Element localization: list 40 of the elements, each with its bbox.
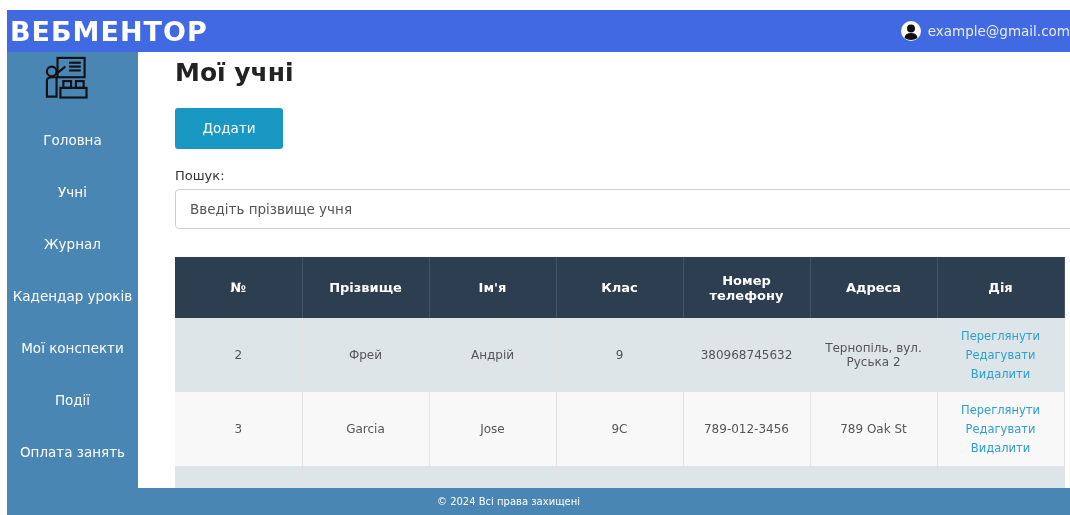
table-cell: Jose [480,422,505,436]
table-cell: 9 [615,348,624,362]
table-cell: Тернопіль, вул. Руська 2 [825,341,922,369]
search-label: Пошук: [175,167,225,183]
sidebar-link[interactable]: Оплата занять [20,426,125,478]
sidebar-link[interactable]: Події [54,374,91,426]
column-header: Дія [937,257,1064,318]
search-field[interactable]: Введіть прізвище учня [175,188,1070,229]
sidebar-link[interactable]: Головна [43,114,102,166]
table-cell: 9C [611,422,628,436]
page-title: Мої учні [175,58,294,88]
user-email[interactable]: example@gmail.com [927,23,1070,39]
action-link[interactable]: Видалити [970,364,1031,384]
column-header: Ім'я [429,257,556,318]
add-button[interactable]: Додати [175,108,283,149]
column-header: Клас [556,257,683,318]
action-link[interactable]: Редагувати [965,419,1036,439]
table-cell: Garcia [346,422,385,436]
table-cell: Фрей [348,348,383,362]
table-cell: 3 [234,422,243,436]
user-icon[interactable] [900,21,921,41]
table-cell: 789 Oak St [840,422,907,436]
column-header: Прізвище [302,257,429,318]
column-header: Номер телефону [683,257,810,318]
sidebar-link[interactable]: Кадендар уроків [12,270,133,322]
table-cell: 380968745632 [700,348,793,362]
action-link[interactable]: Переглянути [961,326,1040,346]
logo[interactable]: ВЕБМЕНТОР [7,15,208,47]
sidebar-link[interactable]: Мої конспекти [21,322,124,374]
table-cell: Андрій [470,348,515,362]
table-cell: 789-012-3456 [704,422,789,436]
column-header: Адреса [810,257,937,318]
column-header: № [175,257,302,318]
action-link[interactable]: Видалити [970,438,1031,458]
table-cell: 2 [234,348,243,362]
sidebar-link[interactable]: Журнал [44,218,101,270]
action-link[interactable]: Редагувати [965,345,1036,365]
sidebar-link[interactable]: Учні [58,166,87,218]
copyright-text: © 2024 Всі права захищені [436,496,581,507]
action-link[interactable]: Переглянути [961,400,1040,420]
